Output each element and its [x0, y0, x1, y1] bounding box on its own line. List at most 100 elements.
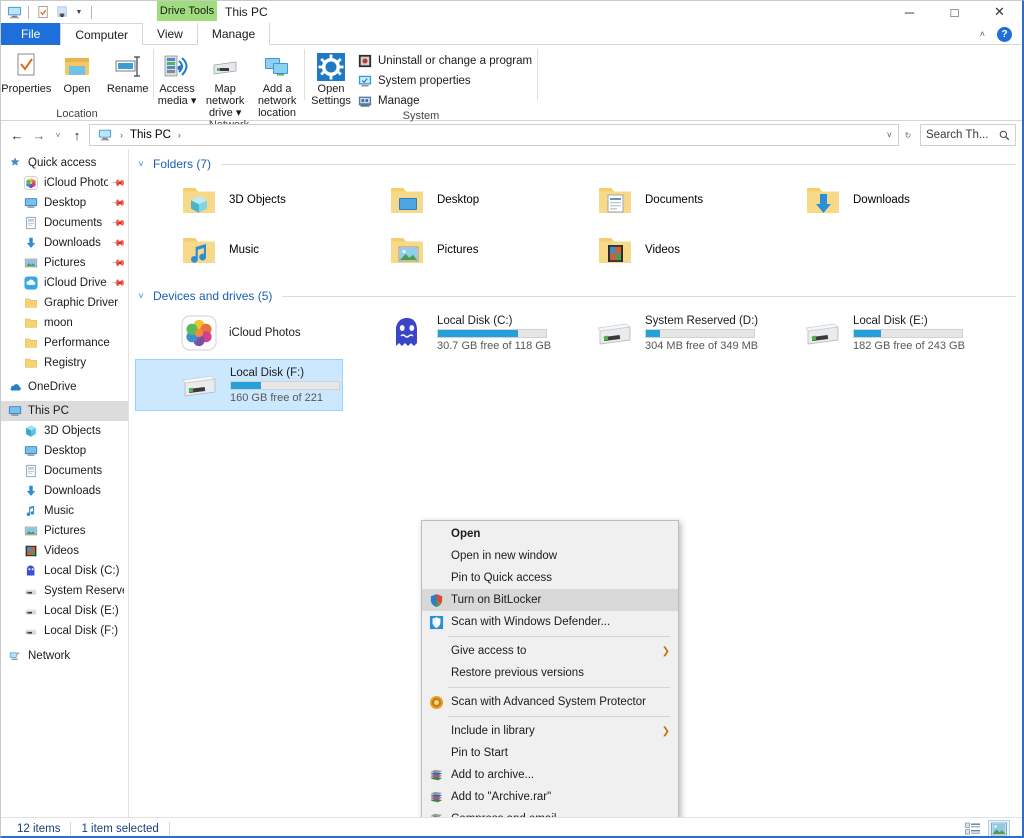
- menu-item-scan-with-windows-defender[interactable]: Scan with Windows Defender...: [422, 611, 678, 633]
- sidebar-item-performance[interactable]: Performance: [1, 333, 128, 353]
- pin-icon[interactable]: 📌: [111, 175, 127, 191]
- folders-section-header[interactable]: ˅ Folders (7): [135, 153, 1016, 175]
- menu-item-restore-previous-versions[interactable]: Restore previous versions: [422, 662, 678, 684]
- sidebar-item-network[interactable]: Network: [1, 646, 128, 666]
- properties-icon[interactable]: [35, 4, 51, 20]
- context-menu[interactable]: Open Open in new window Pin to Quick acc…: [421, 520, 679, 817]
- list-item[interactable]: Documents: [551, 175, 759, 225]
- pin-icon[interactable]: 📌: [111, 195, 127, 211]
- list-item[interactable]: 3D Objects: [135, 175, 343, 225]
- menu-item-add-to-archive-rar[interactable]: Add to "Archive.rar": [422, 786, 678, 808]
- sidebar-item-local-disk-c[interactable]: Local Disk (C:): [1, 561, 128, 581]
- manage-item[interactable]: Manage: [353, 92, 536, 110]
- tab-view[interactable]: View: [143, 23, 197, 45]
- breadcrumb-bar[interactable]: › This PC › ˅: [89, 124, 899, 146]
- sidebar-item-quick-access[interactable]: Quick access: [1, 153, 128, 173]
- sidebar-item-desktop-pc[interactable]: Desktop: [1, 441, 128, 461]
- list-item[interactable]: Local Disk (E:) 182 GB free of 243 GB: [759, 307, 967, 359]
- new-folder-icon[interactable]: [54, 4, 70, 20]
- pin-icon[interactable]: 📌: [111, 215, 127, 231]
- menu-item-compress-and-email[interactable]: Compress and email...: [422, 808, 678, 817]
- onedrive-icon: [7, 379, 23, 395]
- sidebar-item-system-reserved-d[interactable]: System Reserved (D: [1, 581, 128, 601]
- file-list-view[interactable]: ˅ Folders (7) 3D Objects Desktop: [129, 149, 1022, 817]
- menu-item-scan-with-advanced-system-protector[interactable]: Scan with Advanced System Protector: [422, 691, 678, 713]
- breadcrumb-separator-2[interactable]: ›: [175, 130, 184, 140]
- menu-item-pin-to-start[interactable]: Pin to Start: [422, 742, 678, 764]
- minimize-button[interactable]: ─: [887, 1, 932, 23]
- sidebar-item-music[interactable]: Music: [1, 501, 128, 521]
- sidebar-item-moon[interactable]: moon: [1, 313, 128, 333]
- sidebar-item-documents[interactable]: Documents 📌: [1, 213, 128, 233]
- rename-button[interactable]: Rename: [102, 49, 153, 95]
- this-pc-icon[interactable]: [6, 4, 22, 20]
- add-network-location-button[interactable]: Add a network location: [250, 49, 304, 119]
- menu-item-turn-on-bitlocker[interactable]: Turn on BitLocker: [422, 589, 678, 611]
- up-button[interactable]: ↑: [67, 124, 87, 146]
- sidebar-item-downloads-pc[interactable]: Downloads: [1, 481, 128, 501]
- chevron-down-icon[interactable]: ˅: [135, 291, 147, 301]
- pin-icon[interactable]: 📌: [111, 255, 127, 271]
- list-item[interactable]: Videos: [551, 225, 759, 275]
- details-view-button[interactable]: [962, 820, 984, 838]
- back-button[interactable]: ←: [7, 124, 27, 146]
- sidebar-item-icloud-drive[interactable]: iCloud Drive 📌: [1, 273, 128, 293]
- search-input[interactable]: Search Th...: [920, 124, 1016, 146]
- chevron-down-icon[interactable]: ˅: [135, 159, 147, 169]
- open-button[interactable]: Open: [52, 49, 103, 95]
- menu-item-label: Scan with Windows Defender...: [451, 616, 670, 628]
- breadcrumb-this-pc[interactable]: › This PC ›: [94, 127, 187, 143]
- menu-item-give-access-to[interactable]: Give access to ❯: [422, 640, 678, 662]
- list-item-selected[interactable]: Local Disk (F:) 160 GB free of 221: [135, 359, 343, 411]
- forward-button[interactable]: →: [29, 124, 49, 146]
- collapse-ribbon-icon[interactable]: ˄: [976, 29, 989, 39]
- sidebar-item-local-disk-e[interactable]: Local Disk (E:): [1, 601, 128, 621]
- drives-section-header[interactable]: ˅ Devices and drives (5): [135, 285, 1016, 307]
- properties-button[interactable]: Properties: [1, 49, 52, 95]
- breadcrumb-history-icon[interactable]: ˅: [887, 130, 892, 140]
- sidebar-label: Documents: [44, 217, 102, 229]
- menu-item-pin-to-quick-access[interactable]: Pin to Quick access: [422, 567, 678, 589]
- help-icon[interactable]: ?: [997, 27, 1012, 42]
- sidebar-item-pictures-pc[interactable]: Pictures: [1, 521, 128, 541]
- system-properties-item[interactable]: System properties: [353, 72, 536, 90]
- menu-item-add-to-archive[interactable]: Add to archive...: [422, 764, 678, 786]
- recent-locations-button[interactable]: ˅: [51, 124, 65, 146]
- uninstall-program-item[interactable]: Uninstall or change a program: [353, 52, 536, 70]
- menu-item-open-in-new-window[interactable]: Open in new window: [422, 545, 678, 567]
- list-item[interactable]: Music: [135, 225, 343, 275]
- sidebar-item-local-disk-f[interactable]: Local Disk (F:): [1, 621, 128, 641]
- sidebar-item-3d-objects[interactable]: 3D Objects: [1, 421, 128, 441]
- large-icons-view-button[interactable]: [988, 820, 1010, 838]
- sidebar-item-icloud-photos[interactable]: iCloud Photos 📌: [1, 173, 128, 193]
- customize-dropdown-icon[interactable]: ▼: [73, 9, 85, 16]
- sidebar-item-graphic-driver[interactable]: Graphic Driver: [1, 293, 128, 313]
- pin-icon[interactable]: 📌: [111, 275, 127, 291]
- list-item[interactable]: System Reserved (D:) 304 MB free of 349 …: [551, 307, 759, 359]
- access-media-button[interactable]: Access media ▾: [154, 49, 200, 107]
- sidebar-item-registry[interactable]: Registry: [1, 353, 128, 373]
- sidebar-item-videos[interactable]: Videos: [1, 541, 128, 561]
- maximize-button[interactable]: □: [932, 1, 977, 23]
- list-item[interactable]: Downloads: [759, 175, 967, 225]
- pin-icon[interactable]: 📌: [111, 235, 127, 251]
- sidebar-item-this-pc[interactable]: This PC: [1, 401, 128, 421]
- tab-manage[interactable]: Manage: [197, 23, 270, 45]
- tab-computer[interactable]: Computer: [60, 23, 143, 45]
- list-item[interactable]: Pictures: [343, 225, 551, 275]
- map-network-drive-button[interactable]: Map network drive ▾: [200, 49, 250, 119]
- open-settings-button[interactable]: Open Settings: [309, 49, 353, 107]
- tab-file[interactable]: File: [1, 23, 60, 45]
- sidebar-item-onedrive[interactable]: OneDrive: [1, 377, 128, 397]
- sidebar-item-desktop[interactable]: Desktop 📌: [1, 193, 128, 213]
- sidebar-item-downloads[interactable]: Downloads 📌: [1, 233, 128, 253]
- close-button[interactable]: ✕: [977, 1, 1022, 23]
- sidebar-item-pictures[interactable]: Pictures 📌: [1, 253, 128, 273]
- list-item[interactable]: Local Disk (C:) 30.7 GB free of 118 GB: [343, 307, 551, 359]
- sidebar-item-documents-pc[interactable]: Documents: [1, 461, 128, 481]
- menu-item-open[interactable]: Open: [422, 523, 678, 545]
- refresh-button[interactable]: ↻: [901, 124, 915, 146]
- list-item[interactable]: Desktop: [343, 175, 551, 225]
- menu-item-include-in-library[interactable]: Include in library ❯: [422, 720, 678, 742]
- list-item[interactable]: iCloud Photos: [135, 307, 343, 359]
